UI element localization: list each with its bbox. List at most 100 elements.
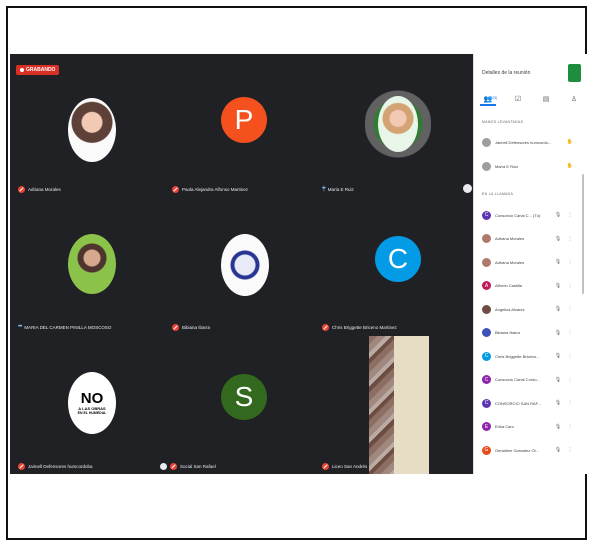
participant-row[interactable]: G Geraldine Gonzalez Ol... 🎙 ⋮ [482,444,574,456]
tab-chat[interactable]: ☑ [512,94,524,104]
participant-row[interactable]: Adriana Morales 🎙 ⋮ [482,233,574,245]
participant-name: Consorcio Canal Cordo... [495,377,540,382]
participant-row[interactable]: C Chris Briggette Briceno... 🎙 ⋮ [482,350,574,362]
avatar [482,257,491,267]
avatar [482,137,491,147]
raised-hand-row[interactable]: María E Ruiz ✋ [482,160,574,172]
more-options-icon[interactable]: ⋮ [566,259,574,265]
avatar: C [482,375,491,384]
avatar: C [482,398,491,408]
raised-hand-icon: ✋ [566,139,574,145]
tile-name-8: Social San Rafael [160,463,216,470]
avatar-adriana-morales [68,98,116,162]
panel-scrollbar[interactable] [582,174,584,294]
more-options-icon[interactable]: ⋮ [566,400,574,406]
speaking-icon: ••• [18,324,22,330]
mic-off-icon [172,186,179,193]
participant-name: Adriana Morales [495,236,525,241]
participant-name: Jaimell Defensores humcordo... [495,139,552,145]
avatar: A [482,281,491,290]
recording-label: GRABANDO [26,67,56,73]
tab-host-controls[interactable]: ♙ [568,94,580,104]
participant-name: Consorcio Canal C... (Tú) [495,212,541,218]
video-grid: GRABANDO Adriana Morales P Paola Alejand… [10,54,473,474]
tile-name-3: •|• María E Ruiz [322,186,354,192]
tile-name-1: Adriana Morales [18,186,61,193]
mic-off-icon: 🎙 [554,329,562,336]
people-count: (23) [491,96,498,100]
mic-off-icon: 🎙 [554,259,562,265]
participant-name: Bibiana Ibarra [495,330,520,335]
more-options-icon[interactable]: ⋮ [566,447,574,453]
avatar-maria-ruiz-photo [378,96,418,152]
in-call-header: EN LA LLAMADA [482,192,514,196]
recording-dot-icon [20,68,24,72]
mic-off-icon: 🎙 [554,282,562,289]
avatar-chris-briceno: C [375,236,421,282]
participant-name: CONSORCIO SAN RAF... [495,400,542,406]
raised-hands-header: MANOS LEVANTADAS [482,120,524,124]
mic-off-icon: 🎙 [554,353,562,359]
participant-row[interactable]: A Alfredo Castilla 🎙 ⋮ [482,280,574,292]
pin-icon[interactable] [160,463,167,470]
participant-name: Geraldine Gonzalez Ol... [495,447,539,453]
raised-hand-row[interactable]: Jaimell Defensores humcordo... ✋ [482,136,574,148]
mic-off-icon: 🎙 [554,447,562,453]
more-options-icon[interactable]: ⋮ [566,353,574,359]
recording-badge: GRABANDO [16,65,60,75]
avatar: E [482,422,491,431]
participant-name: Alfredo Castilla [495,283,522,288]
participant-row[interactable]: Angelica Alvarez 🎙 ⋮ [482,303,574,315]
participant-row[interactable]: Adriana Morales 🎙 ⋮ [482,256,574,268]
raised-hand-icon: ✋ [566,163,574,169]
avatar [482,161,491,171]
close-panel-button[interactable] [568,64,581,82]
speaking-icon: •|• [322,186,326,192]
avatar-bibiana-ibarra [221,234,269,296]
more-options-icon[interactable]: ⋮ [566,377,574,383]
mic-off-icon [172,324,179,331]
host-controls-icon: ♙ [570,96,578,103]
panel-title: Detalles de la reunión [482,70,531,76]
more-options-icon[interactable]: ⋮ [566,424,574,430]
meeting-details-panel: Detalles de la reunión 👥 ☑ ▤ ♙ (23) MANO… [473,54,587,474]
participant-name: Angelica Alvarez [495,306,525,312]
chat-icon: ☑ [514,96,522,103]
participant-row[interactable]: Bibiana Ibarra 🎙 ⋮ [482,327,574,339]
tile-name-5: Bibiana Ibarra [172,324,210,331]
mic-off-icon: 🎙 [554,400,562,406]
participant-row[interactable]: C Consorcio Canal C... (Tú) 🎙 ⋮ [482,209,574,221]
avatar [482,328,491,337]
mic-off-icon [18,463,25,470]
participant-row[interactable]: C CONSORCIO SAN RAF... 🎙 ⋮ [482,397,574,409]
participant-name: Adriana Morales [495,259,525,265]
more-options-icon[interactable]: ⋮ [566,236,574,242]
more-options-icon[interactable]: ⋮ [566,212,574,218]
tab-activities[interactable]: ▤ [540,94,552,104]
mic-off-icon: 🎙 [554,212,562,218]
avatar [482,304,491,314]
tile-name-7: Jaimell Defensores humcordoba [18,463,93,470]
video-feed-background [394,336,429,474]
participant-name: Chris Briggette Briceno... [495,353,540,359]
participant-row[interactable]: C Consorcio Canal Cordo... 🎙 ⋮ [482,374,574,386]
more-options-icon[interactable]: ⋮ [566,283,574,289]
mic-off-icon [18,186,25,193]
avatar-jaimell-poster: NO A LAS OBRAS EN EL HUMEDAL [68,372,116,434]
mic-off-icon: 🎙 [554,423,562,430]
mic-off-icon: 🎙 [554,306,562,312]
more-options-icon[interactable] [463,184,472,193]
tile-name-9: Liceo San Andrés [322,463,367,470]
avatar-paola: P [221,97,267,143]
participant-row[interactable]: E Erika Caro 🎙 ⋮ [482,421,574,433]
mic-off-icon [170,463,177,470]
avatar: C [482,351,491,361]
avatar [482,234,491,243]
tile-name-2: Paola Alejandra Alfonso Martinez [172,186,248,193]
more-options-icon[interactable]: ⋮ [566,330,574,336]
avatar: C [482,210,491,220]
more-options-icon[interactable]: ⋮ [566,306,574,312]
avatar-social-san-rafael: S [221,374,267,420]
participant-name: Erika Caro [495,424,514,429]
avatar: G [482,445,491,455]
